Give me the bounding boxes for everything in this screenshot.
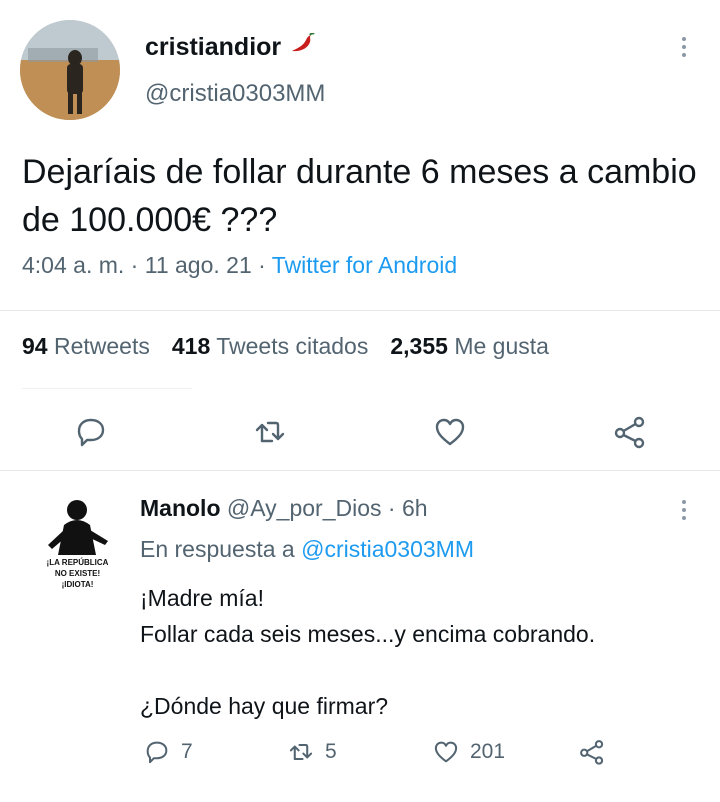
divider [22, 388, 192, 389]
reply-text: ¡Madre mía! Follar cada seis meses...y e… [140, 585, 596, 719]
more-options-icon[interactable] [672, 32, 696, 62]
author-avatar[interactable] [20, 20, 120, 120]
reply-icon [143, 738, 171, 766]
like-icon [432, 738, 460, 766]
tweet-date[interactable]: 11 ago. 21 [145, 252, 252, 278]
meta-separator: · [130, 252, 139, 278]
avatar-caption-line-2: NO EXISTE! [54, 569, 101, 578]
reply-replies-count: 7 [181, 740, 193, 763]
retweets-stat[interactable]: 94 Retweets [22, 333, 150, 360]
share-icon[interactable] [612, 414, 648, 450]
tweet-source-link[interactable]: Twitter for Android [272, 252, 457, 278]
in-reply-to: En respuesta a @cristia0303MM [140, 536, 474, 563]
in-reply-mention[interactable]: @cristia0303MM [301, 536, 474, 562]
avatar-photo [20, 20, 120, 120]
meta-separator: · [258, 252, 266, 278]
reply-author-name[interactable]: Manolo [140, 495, 221, 521]
tweet-meta: 4:04 a. m. · 11 ago. 21 · Twitter for An… [22, 252, 457, 279]
tweet-time[interactable]: 4:04 a. m. [22, 252, 124, 278]
likes-count: 2,355 [390, 333, 448, 359]
author-name-row[interactable]: cristiandior [145, 32, 315, 62]
likes-label: Me gusta [454, 333, 549, 359]
retweets-label: Retweets [53, 333, 150, 359]
avatar-caption-line-1: ¡LA REPÚBLICA [46, 558, 109, 567]
likes-stat[interactable]: 2,355 Me gusta [390, 333, 549, 360]
retweets-count: 94 [22, 333, 48, 359]
reply-retweets-count: 5 [325, 740, 337, 763]
reply-retweet-button[interactable]: 5 [287, 738, 337, 766]
chili-pepper-icon [289, 32, 315, 62]
tweet-text: Dejaríais de follar durante 6 meses a ca… [22, 153, 697, 239]
reply-icon[interactable] [73, 414, 109, 450]
author-display-name[interactable]: cristiandior [145, 33, 281, 62]
quotes-stat[interactable]: 418 Tweets citados [172, 333, 369, 360]
share-icon [578, 738, 606, 766]
in-reply-prefix: En respuesta a [140, 536, 295, 562]
quotes-label: Tweets citados [216, 333, 369, 359]
reply-author-avatar[interactable]: ¡LA REPÚBLICA NO EXISTE! ¡IDIOTA! [30, 485, 125, 605]
retweet-icon [287, 738, 315, 766]
reply-reply-button[interactable]: 7 [143, 738, 193, 766]
quotes-count: 418 [171, 333, 211, 359]
reply-time[interactable]: 6h [402, 495, 428, 521]
reply-share-button[interactable] [578, 738, 606, 766]
reply-header: Manolo @Ay_por_Dios · 6h [140, 495, 428, 522]
divider [0, 470, 720, 471]
meta-separator: · [387, 495, 396, 521]
reply-likes-count: 201 [470, 740, 506, 763]
avatar-caption-line-3: ¡IDIOTA! [61, 580, 94, 589]
retweet-icon[interactable] [252, 414, 288, 450]
reply-like-button[interactable]: 201 [432, 738, 505, 766]
tweet-stats: 94 Retweets 418 Tweets citados 2,355 Me … [22, 333, 549, 360]
author-handle[interactable]: @cristia0303MM [145, 80, 325, 108]
like-icon[interactable] [432, 414, 468, 450]
divider [0, 310, 720, 311]
reply-author-handle[interactable]: @Ay_por_Dios [227, 495, 382, 521]
more-options-icon[interactable] [672, 495, 696, 525]
